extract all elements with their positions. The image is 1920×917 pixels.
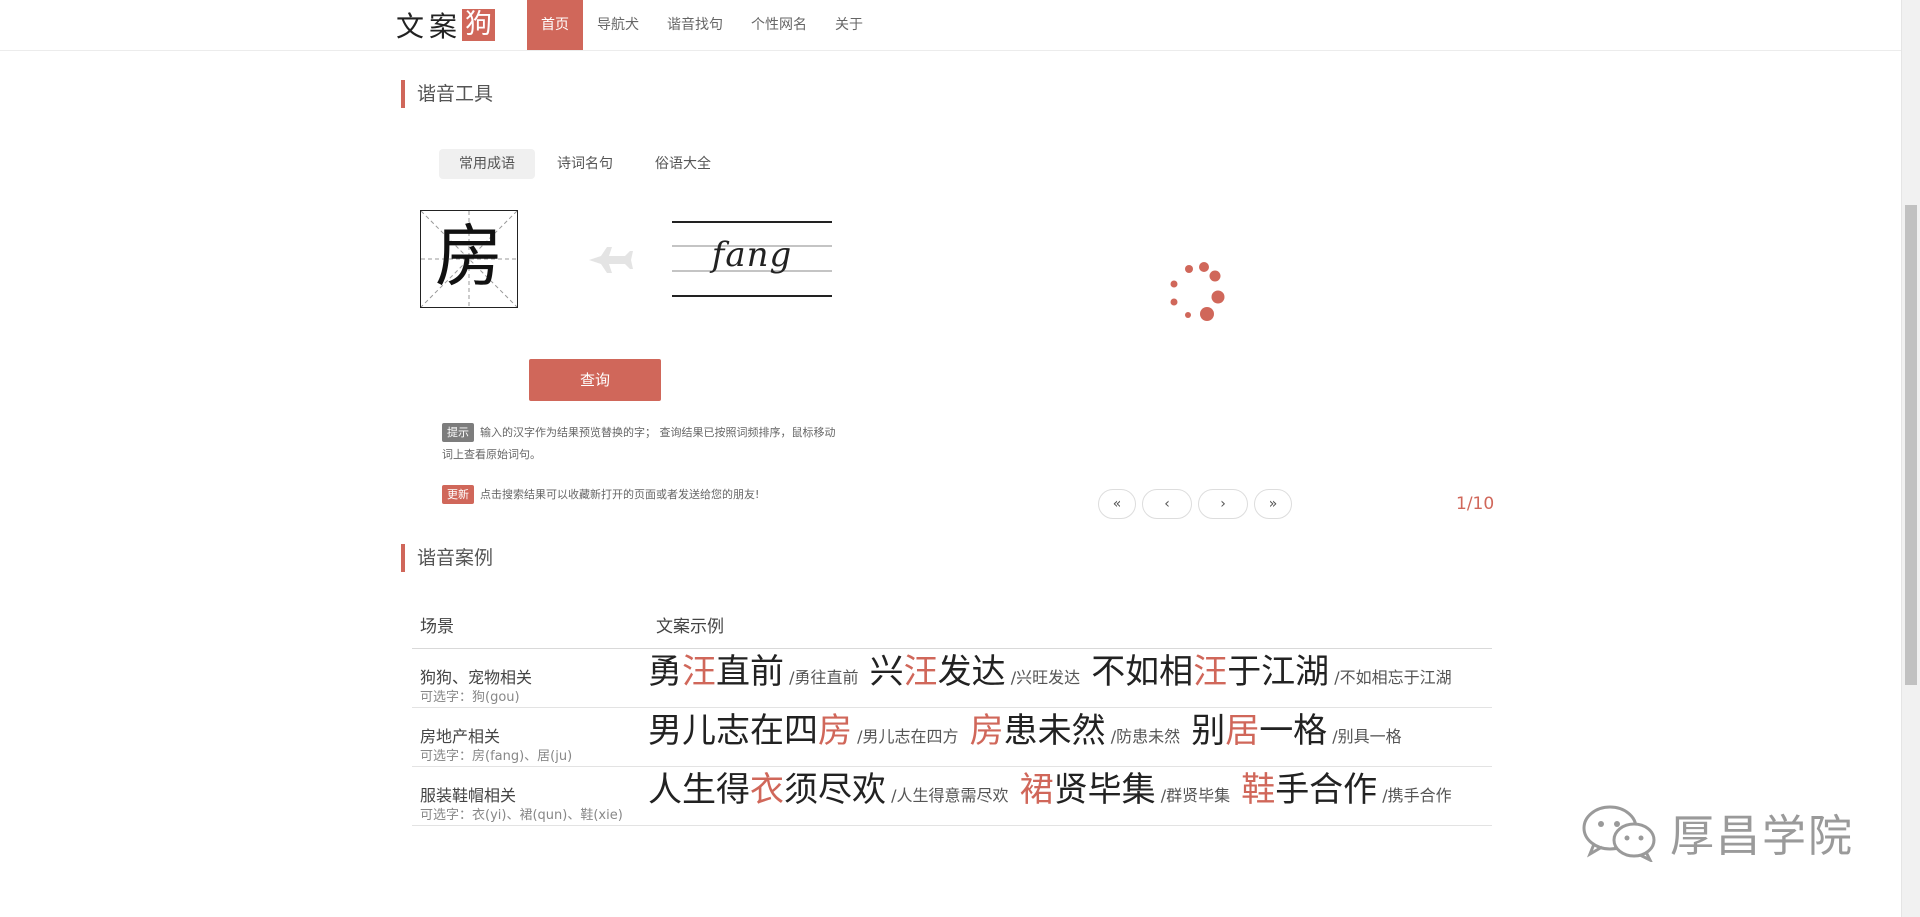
char-input-box[interactable]: 房 — [420, 210, 518, 308]
tip-badge: 提示 — [442, 423, 474, 442]
example-phrase[interactable]: 房患未然 — [970, 711, 1106, 751]
scene-label: 狗狗、宠物相关 — [420, 668, 533, 687]
logo-boxed-char: 狗 — [462, 9, 496, 41]
table-header: 场景 文案示例 — [412, 606, 1492, 649]
pinyin-text: fang — [711, 235, 793, 275]
cases-section-title: 谐音案例 — [401, 544, 493, 572]
original-phrase: /别具一格 — [1332, 727, 1402, 746]
tool-tabs: 常用成语 诗词名句 俗语大全 — [439, 149, 733, 179]
update-badge: 更新 — [442, 485, 474, 504]
main-nav: 首页 导航犬 谐音找句 个性网名 关于 — [527, 0, 877, 50]
original-phrase: /兴旺发达 — [1010, 668, 1081, 687]
scene-options: 可选字：衣(yi)、裙(qun)、鞋(xie) — [420, 808, 623, 823]
input-char: 房 — [434, 218, 503, 297]
prev-page-button[interactable]: ‹ — [1142, 489, 1192, 519]
update-text: 点击搜索结果可以收藏新打开的页面或者发送给您的朋友! — [480, 488, 760, 501]
watermark-text: 厚昌学院 — [1670, 811, 1854, 862]
example-phrase[interactable]: 人生得衣须尽欢 — [648, 770, 886, 810]
update-note: 更新 点击搜索结果可以收藏新打开的页面或者发送给您的朋友! — [442, 485, 759, 505]
airplane-icon — [589, 247, 633, 273]
wechat-icon — [1582, 805, 1656, 862]
nav-item-nicknames[interactable]: 个性网名 — [737, 0, 821, 50]
table-row: 房地产相关 可选字：房(fang)、居(ju) 男儿志在四房 /男儿志在四方 房… — [412, 708, 1492, 767]
original-phrase: /不如相忘于江湖 — [1334, 668, 1452, 687]
scene-label: 服装鞋帽相关 — [420, 786, 517, 805]
example-phrase[interactable]: 男儿志在四房 — [648, 711, 852, 751]
last-page-button[interactable]: » — [1254, 489, 1292, 519]
page-counter: 1/10 — [1456, 494, 1495, 514]
example-phrase[interactable]: 裙贤毕集 — [1020, 770, 1156, 810]
next-page-button[interactable]: › — [1198, 489, 1248, 519]
tab-proverbs[interactable]: 俗语大全 — [635, 149, 731, 179]
watermark: 厚昌学院 — [1580, 800, 1854, 864]
scene-label: 房地产相关 — [420, 727, 501, 746]
nav-item-home[interactable]: 首页 — [527, 0, 583, 50]
cases-table: 场景 文案示例 狗狗、宠物相关 可选字：狗(gou) 勇汪直前 /勇往直前 兴汪… — [412, 606, 1492, 826]
example-phrase[interactable]: 勇汪直前 — [648, 652, 784, 692]
pinyin-display: fang — [672, 221, 832, 297]
original-phrase: /人生得意需尽欢 — [891, 786, 1009, 805]
example-phrase[interactable]: 别居一格 — [1191, 711, 1327, 751]
nav-item-about[interactable]: 关于 — [821, 0, 877, 50]
scrollbar-thumb[interactable] — [1905, 205, 1917, 685]
tab-idioms[interactable]: 常用成语 — [439, 149, 535, 179]
original-phrase: /勇往直前 — [789, 668, 859, 687]
top-navbar: 文案狗 首页 导航犬 谐音找句 个性网名 关于 — [0, 0, 1902, 51]
site-logo[interactable]: 文案狗 — [396, 8, 496, 43]
table-row: 服装鞋帽相关 可选字：衣(yi)、裙(qun)、鞋(xie) 人生得衣须尽欢 /… — [412, 767, 1492, 826]
loading-spinner-icon — [1170, 262, 1225, 321]
query-button[interactable]: 查询 — [529, 359, 661, 401]
tip-note: 提示 输入的汉字作为结果预览替换的字； 查询结果已按照词频排序，鼠标移动词上查看原… — [442, 422, 842, 466]
col-scene-header: 场景 — [420, 617, 454, 637]
nav-item-navigator[interactable]: 导航犬 — [583, 0, 653, 50]
tool-section-title: 谐音工具 — [401, 80, 493, 108]
logo-text: 文案 — [396, 10, 463, 43]
original-phrase: /群贤毕集 — [1160, 786, 1231, 805]
scene-options: 可选字：房(fang)、居(ju) — [420, 749, 573, 764]
example-phrase[interactable]: 兴汪发达 — [870, 652, 1006, 692]
nav-item-homophone-search[interactable]: 谐音找句 — [653, 0, 737, 50]
original-phrase: /携手合作 — [1382, 786, 1452, 805]
table-row: 狗狗、宠物相关 可选字：狗(gou) 勇汪直前 /勇往直前 兴汪发达 /兴旺发达… — [412, 649, 1492, 708]
tip-text: 输入的汉字作为结果预览替换的字； 查询结果已按照词频排序，鼠标移动词上查看原始词… — [442, 426, 836, 461]
pagination: « ‹ › » — [1098, 489, 1298, 519]
original-phrase: /男儿志在四方 — [857, 727, 959, 746]
tab-poems[interactable]: 诗词名句 — [537, 149, 633, 179]
original-phrase: /防患未然 — [1110, 727, 1181, 746]
first-page-button[interactable]: « — [1098, 489, 1136, 519]
page-scrollbar[interactable] — [1901, 0, 1920, 917]
col-example-header: 文案示例 — [656, 617, 724, 637]
example-phrase[interactable]: 鞋手合作 — [1241, 770, 1377, 810]
scene-options: 可选字：狗(gou) — [420, 690, 520, 705]
example-phrase[interactable]: 不如相汪于江湖 — [1091, 652, 1329, 692]
